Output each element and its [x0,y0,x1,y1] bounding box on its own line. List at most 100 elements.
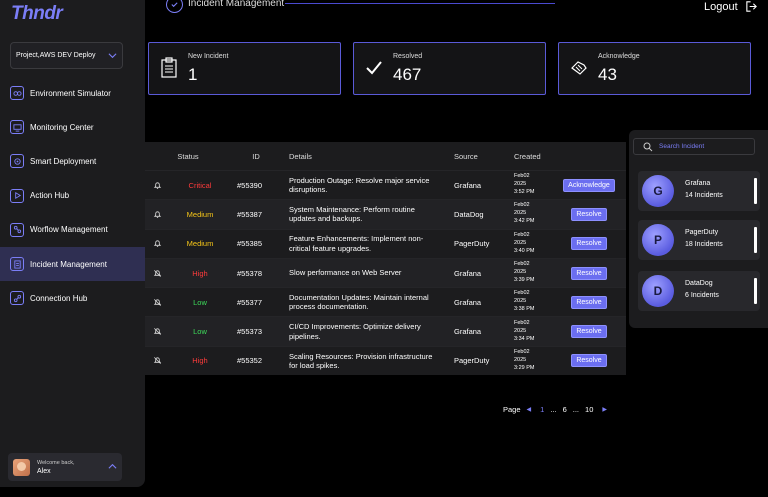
resolve-button[interactable]: Resolve [571,325,607,339]
pagination-label: Page [503,405,521,414]
chevron-up-icon[interactable] [108,462,117,471]
table-row[interactable]: High #55378 Slow performance on Web Serv… [145,257,626,288]
sidebar-item-environment-simulator[interactable]: Environment Simulator [0,76,145,110]
resolve-button[interactable]: Resolve [571,266,607,280]
incident-created: Feb02 2025 3:34 PM [514,320,552,344]
incident-id: #55378 [237,268,263,278]
resolve-button[interactable]: Resolve [571,295,607,309]
bell-off-icon [145,356,169,365]
table-row[interactable]: Medium #55387 System Maintenance: Perfor… [145,199,626,229]
stat-value: 1 [188,65,198,84]
grafana-logo-icon: G [642,175,674,207]
resolve-button[interactable]: Resolve [571,237,607,251]
page-10[interactable]: 10 [585,405,593,414]
sidebar-item-label: Monitoring Center [30,122,94,132]
created-time: 3:38 PM [514,306,535,313]
created-date: Feb02 [514,202,530,209]
user-card[interactable]: Welcome back, Alex [8,453,122,481]
column-header-source[interactable]: Source [440,152,514,161]
incident-details: Production Outage: Resolve major service… [289,175,430,195]
page-1[interactable]: 1 [540,405,544,414]
handshake-icon [571,61,587,75]
check-circle-icon [166,0,183,13]
incident-id: #55390 [237,180,263,190]
incident-details: Slow performance on Web Server [289,268,402,278]
incident-details: Scaling Resources: Provision infrastruct… [289,351,433,370]
search-input[interactable]: Search Incident [633,138,755,155]
avatar [13,458,30,476]
sidebar-item-workflow-management[interactable]: Worflow Management [0,213,145,247]
incident-details: Documentation Updates: Maintain internal… [289,292,429,312]
table-row[interactable]: High #55352 Scaling Resources: Provision… [145,345,626,376]
sidebar-item-label: Incident Management [30,259,107,269]
prev-page-icon[interactable]: ◀ [527,406,532,413]
acknowledge-button[interactable]: Acknowledge [563,178,615,192]
column-header-status[interactable]: Status [145,152,231,161]
source-card-datadog[interactable]: D DataDog 6 Incidents [638,271,760,311]
created-time: 3:39 PM [514,277,535,284]
stat-card-resolved: Resolved 467 [353,42,546,95]
username: Alex [37,467,51,475]
table-row[interactable]: Low #55377 Documentation Updates: Mainta… [145,287,626,317]
status-badge: High [192,356,208,366]
incident-source: Grafana [454,327,482,337]
stat-label: Acknowledge [598,53,640,60]
page-ellipsis: ... [572,405,580,414]
incident-table: Status ID Details Source Created Critica… [145,142,626,376]
incident-source: Grafana [454,297,482,307]
sidebar-item-connection-hub[interactable]: Connection Hub [0,281,145,315]
table-row[interactable]: Medium #55385 Feature Enhancements: Impl… [145,228,626,258]
incident-icon [10,257,24,272]
sidebar-item-label: Smart Deployment [30,156,97,166]
bell-icon [145,181,169,190]
deploy-icon [10,154,24,169]
table-body: Critical #55390 Production Outage: Resol… [145,170,626,376]
source-indicator [754,278,757,304]
column-header-details[interactable]: Details [281,152,440,161]
source-indicator [754,227,757,253]
created-time: 3:34 PM [514,335,535,342]
app-logo[interactable]: Thndr [11,3,63,25]
table-row[interactable]: Critical #55390 Production Outage: Resol… [145,170,626,200]
header-divider [285,3,555,4]
resolve-button[interactable]: Resolve [571,354,607,368]
logout-icon [745,1,757,12]
created-date: Feb02 [514,173,530,180]
status-badge: Medium [186,209,214,219]
sidebar-item-action-hub[interactable]: Action Hub [0,179,145,213]
sidebar-item-monitoring-center[interactable]: Monitoring Center [0,110,145,144]
created-year: 2025 [514,298,527,305]
logout-button[interactable]: Logout [704,0,758,13]
incident-details: CI/CD Improvements: Optimize delivery pi… [289,322,421,341]
incident-source: PagerDuty [454,239,490,249]
sidebar-item-label: Environment Simulator [30,88,111,98]
table-header: Status ID Details Source Created [145,142,626,170]
status-badge: High [192,268,208,278]
source-name: Grafana [685,180,711,187]
created-time: 3:42 PM [514,218,535,225]
sidebar-item-label: Connection Hub [30,293,88,303]
sidebar-item-smart-deployment[interactable]: Smart Deployment [0,144,145,178]
page-6[interactable]: 6 [563,405,567,414]
column-header-id[interactable]: ID [231,152,281,161]
sidebar-item-incident-management[interactable]: Incident Management [0,246,145,282]
source-card-pagerduty[interactable]: P PagerDuty 18 Incidents [638,220,760,260]
chevron-down-icon [108,53,117,59]
incident-source: Grafana [454,180,482,190]
stat-card-acknowledge: Acknowledge 43 [558,42,751,95]
project-select[interactable]: Project,AWS DEV Deploy [10,42,123,69]
page-ellipsis: ... [550,405,557,414]
created-time: 3:40 PM [514,247,535,254]
table-row[interactable]: Low #55373 CI/CD Improvements: Optimize … [145,316,626,346]
welcome-text: Welcome back, [37,459,75,466]
incident-details: Feature Enhancements: Implement non-crit… [289,234,424,253]
pagerduty-logo-icon: P [642,224,674,256]
incident-id: #55387 [237,209,263,219]
source-card-grafana[interactable]: G Grafana 14 Incidents [638,171,760,211]
created-date: Feb02 [514,290,530,297]
status-badge: Low [193,297,207,307]
column-header-created[interactable]: Created [514,152,552,161]
incident-id: #55373 [237,327,263,337]
next-page-icon[interactable]: ▶ [602,406,607,413]
resolve-button[interactable]: Resolve [571,207,607,221]
